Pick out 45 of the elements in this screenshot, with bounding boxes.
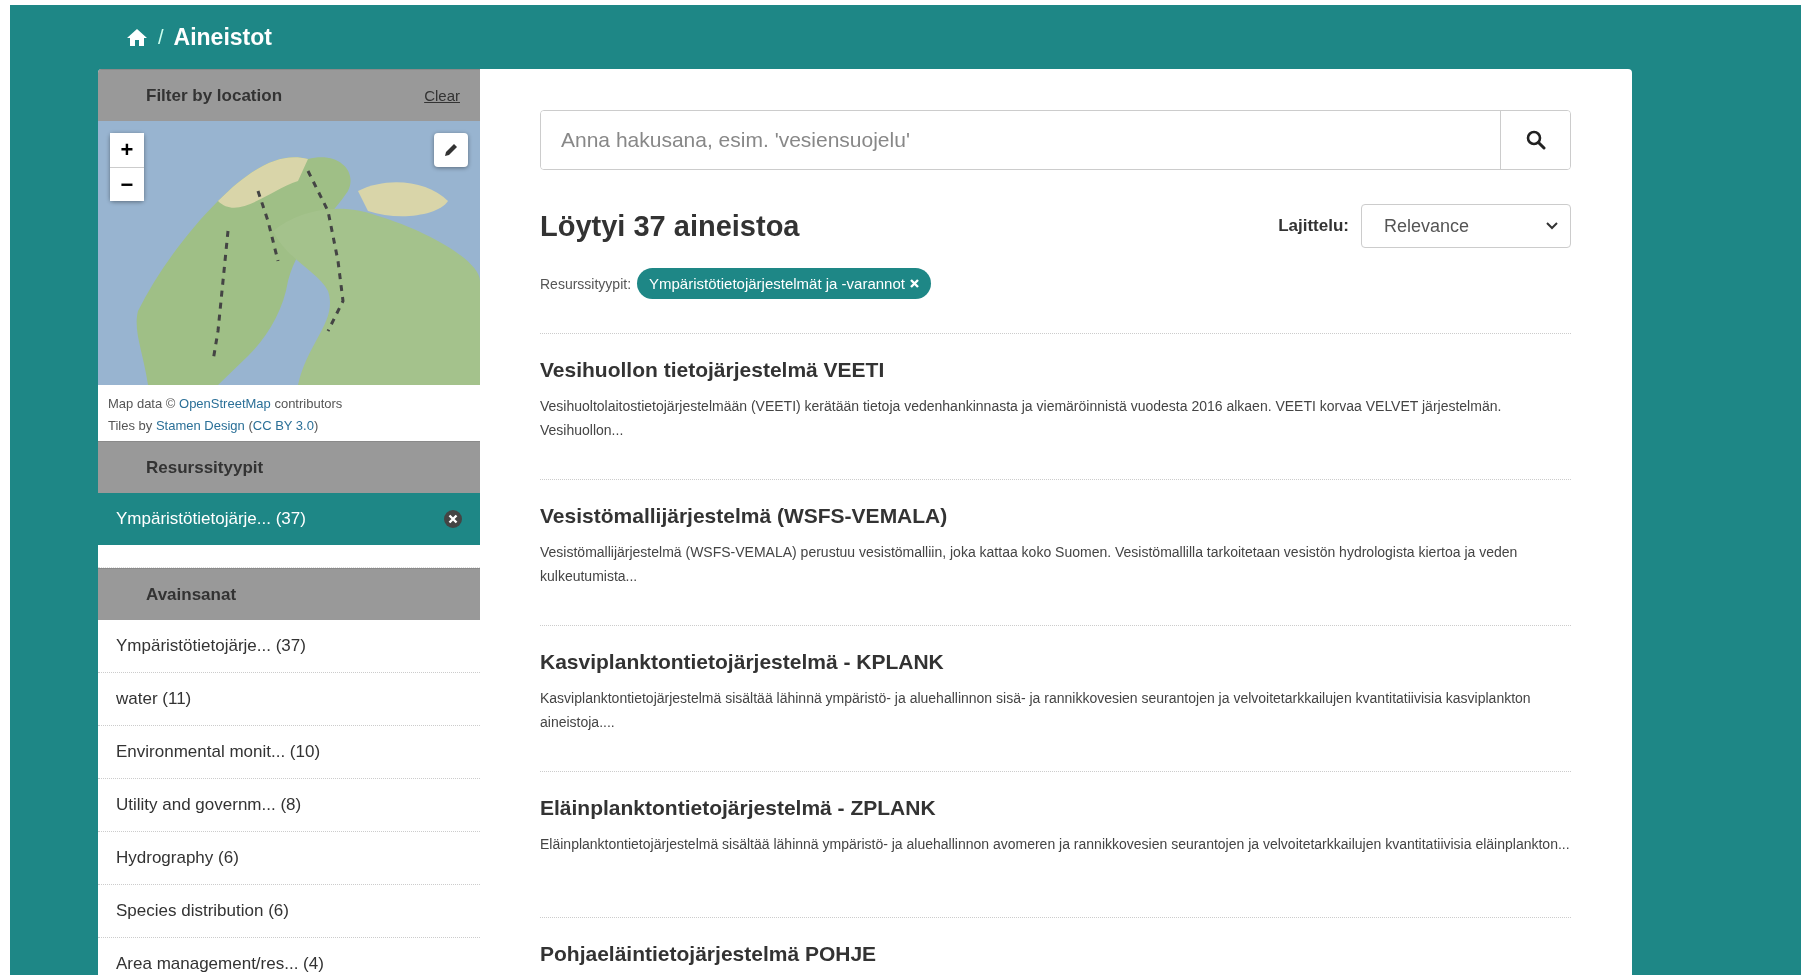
remove-icon[interactable] (444, 510, 462, 528)
filter-tag[interactable]: Ympäristötietojärjestelmät ja -varannot (637, 268, 931, 299)
chevron-down-icon (1546, 222, 1558, 230)
facet-label: water (11) (116, 689, 192, 709)
zoom-in-button[interactable]: + (110, 133, 144, 167)
home-icon[interactable] (126, 27, 148, 47)
search-button[interactable] (1500, 111, 1570, 169)
zoom-out-button[interactable]: − (110, 167, 144, 201)
result-description: Vesistömallijärjestelmä (WSFS-VEMALA) perustuu vesistömalliin, joka kattaa koko Suomen. Vesistömallilla tarkoitetaan vesistön hydrologista kiertoa ja veden kulkeutumista... (540, 543, 1519, 586)
search-field[interactable]: Anna hakusana, esim. 'vesiensuojelu' (540, 110, 1571, 170)
breadcrumb-current: Aineistot (173, 23, 272, 51)
attribution-link[interactable]: OpenStreetMap (179, 396, 271, 411)
result-description: Vesihuoltolaitostietojärjestelmään (VEETI) kerätään tietoja vedenhankinnasta ja viemäröinnistä vuodesta 2016 alkaen. VEETI korvaa VELVET järjestelmän. Vesihuollon... (540, 397, 1503, 440)
facet-label: Utility and governm... (8) (116, 795, 302, 815)
result-title[interactable]: Kasviplanktontietojärjestelmä - KPLANK (540, 650, 1571, 674)
facet-label: Ympäristötietojärje... (37) (116, 509, 306, 529)
results-heading: Löytyi 37 aineistoa (540, 209, 800, 243)
map-attribution: Tiles by Stamen Design (CC BY 3.0) (108, 417, 320, 435)
facet-label: Area management/res... (4) (116, 954, 324, 974)
facet-label: Ympäristötietojärje... (37) (116, 636, 306, 656)
breadcrumb-separator: / (158, 25, 164, 49)
result-description: Eläinplanktontietojärjestelmä sisältää lähinnä ympäristö- ja aluehallinnon avomeren ja rannikkovesien seurantojen ja velvoitetarkkailujen kvantitatiivisia eläinplankton... (540, 835, 1571, 854)
pencil-icon (443, 142, 459, 158)
clear-link[interactable]: Clear (424, 87, 460, 104)
result-title[interactable]: Vesistömallijärjestelmä (WSFS-VEMALA) (540, 504, 1571, 528)
facet-label: Hydrography (6) (116, 848, 239, 868)
remove-icon[interactable] (910, 279, 919, 288)
map-attribution: Map data © OpenStreetMap contributors (108, 395, 344, 413)
result-title[interactable]: Eläinplanktontietojärjestelmä - ZPLANK (540, 796, 1571, 820)
facet-label: Species distribution (6) (116, 901, 289, 921)
filter-label: Resurssityypit: (540, 275, 632, 292)
result-title[interactable]: Vesihuollon tietojärjestelmä VEETI (540, 358, 1571, 382)
sort-select[interactable]: Relevance (1361, 204, 1571, 248)
sort-label: Lajittelu: (1278, 216, 1349, 236)
facet-heading: Avainsanat (146, 584, 237, 605)
facet-label: Environmental monit... (10) (116, 742, 321, 762)
attribution-link[interactable]: Stamen Design (155, 418, 245, 433)
attribution-link[interactable]: CC BY 3.0 (252, 418, 314, 433)
result-title[interactable]: Pohjaeläintietojärjestelmä POHJE (540, 942, 1571, 966)
draw-button[interactable] (434, 133, 468, 167)
panel-heading: Filter by location (146, 85, 283, 106)
result-description: Kasviplanktontietojärjestelmä sisältää lähinnä ympäristö- ja aluehallinnon sisä- ja rannikkovesien seurantojen ja velvoitetarkkailujen kvantitatiivisia kasviplankton aineistoja.... (540, 689, 1532, 732)
search-icon (1525, 130, 1546, 150)
facet-heading: Resurssityypit (146, 457, 264, 478)
facet-item[interactable]: Ympäristötietojärje... (37) (98, 493, 480, 545)
